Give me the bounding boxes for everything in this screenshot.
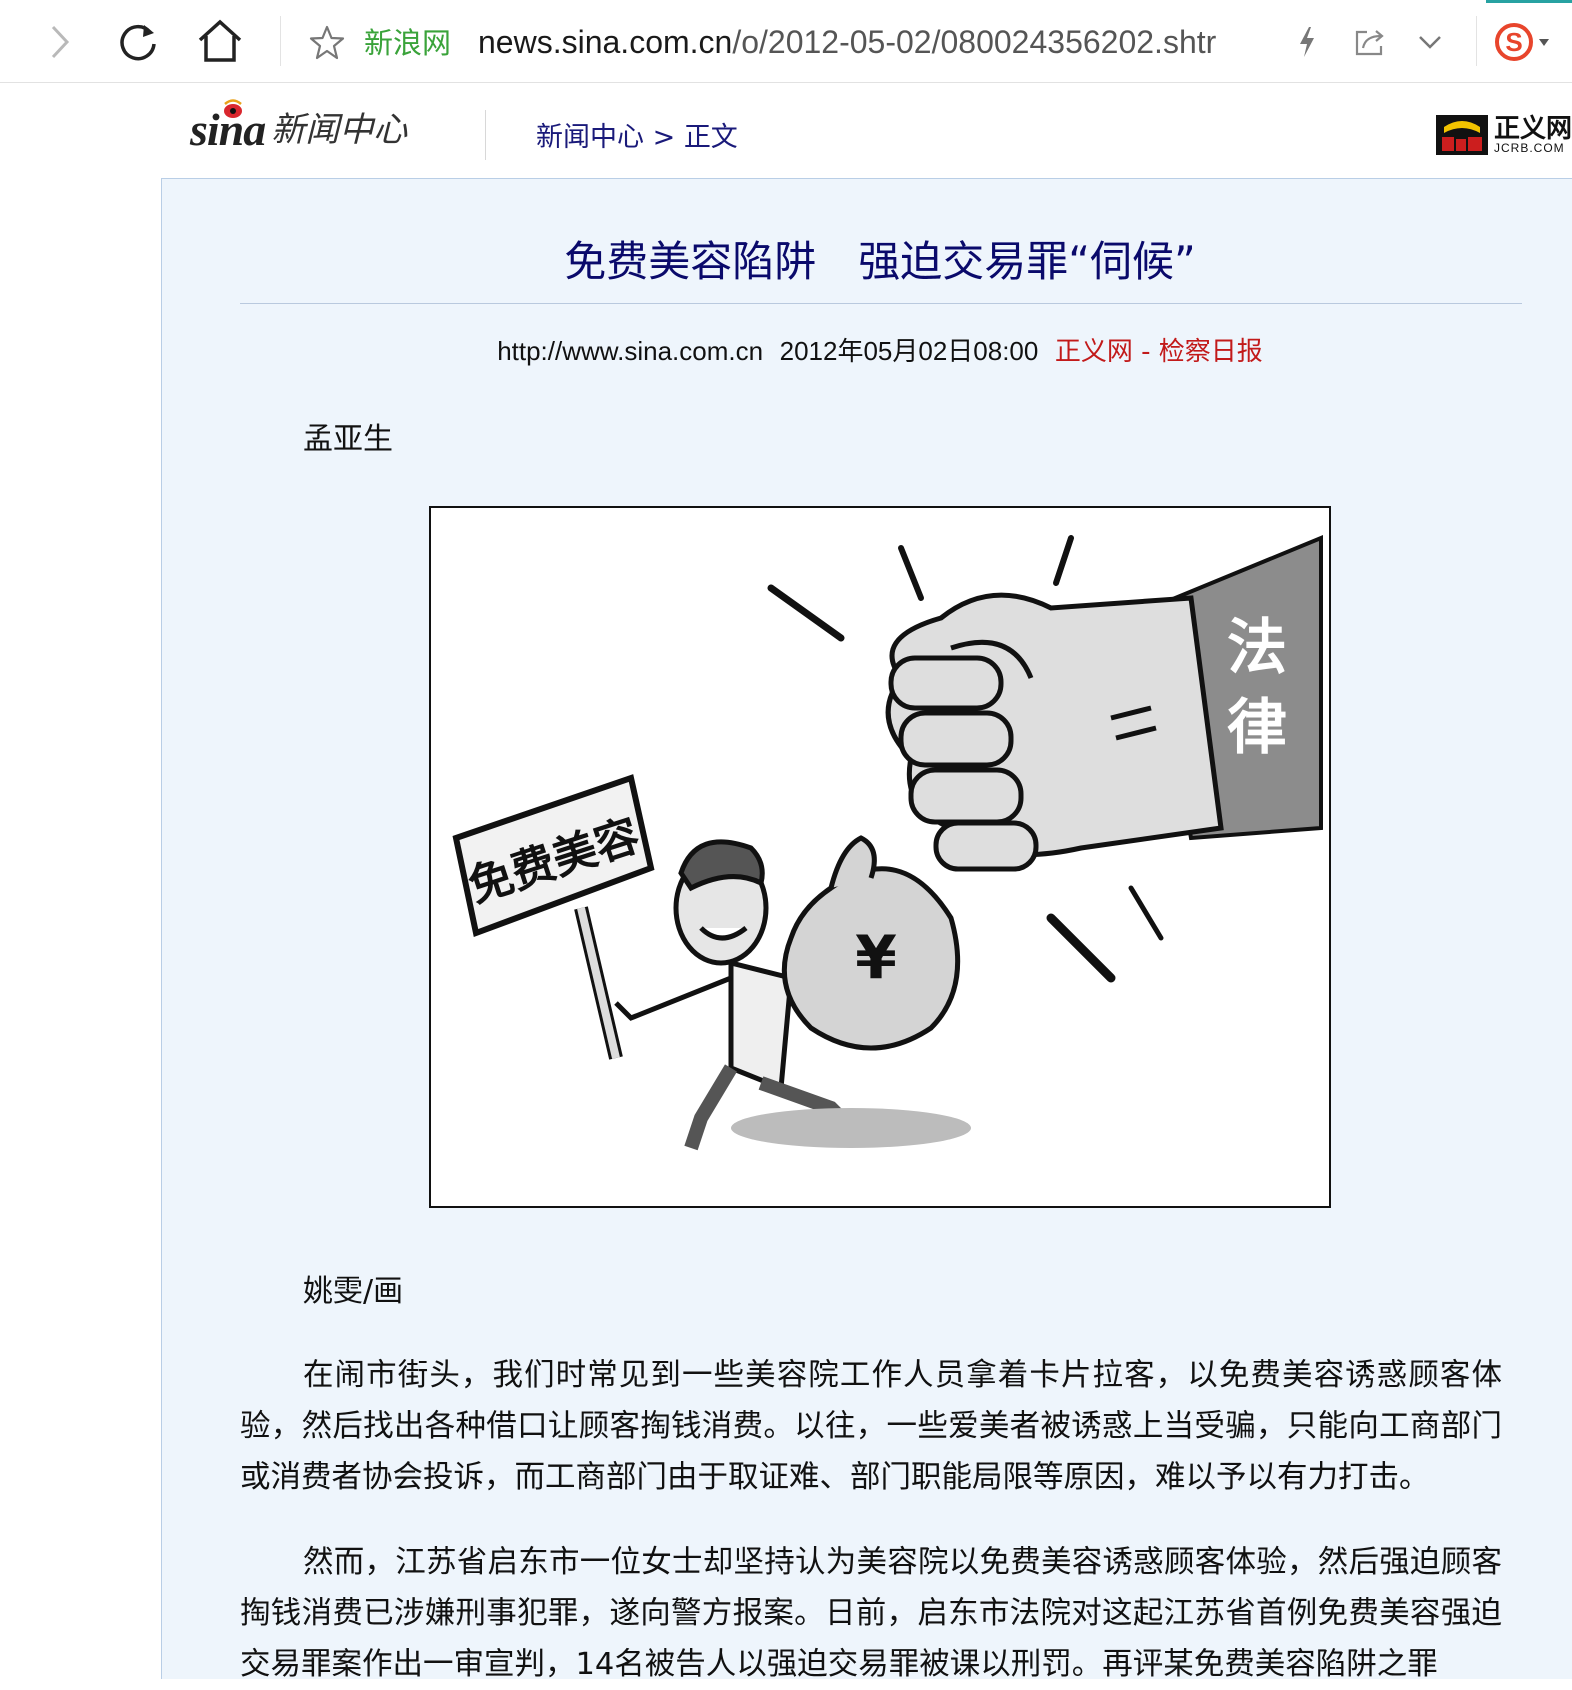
fast-mode-button[interactable] [1290, 22, 1324, 62]
url-path: /o/2012-05-02/080024356202.shtr [732, 24, 1217, 60]
url-host: news.sina.com.cn [478, 24, 733, 60]
jcrb-logo[interactable]: 正义网 JCRB.COM [1436, 112, 1572, 158]
meta-date: 2012年05月02日08:00 [779, 336, 1039, 366]
toolbar-divider [280, 16, 281, 66]
title-divider [240, 303, 1522, 304]
cartoon-illustration: 法 律 免费美容 ¥ [452, 535, 1323, 1151]
sogou-menu-button[interactable]: S [1492, 18, 1556, 66]
jcrb-logo-text: 正义网 JCRB.COM [1494, 116, 1572, 154]
share-icon [1355, 30, 1384, 56]
article-paragraph: 在闹市街头，我们时常见到一些美容院工作人员拿着卡片拉客，以免费美容诱惑顾客体验，… [240, 1358, 1502, 1495]
article-paragraph: 然而，江苏省启东市一位女士却坚持认为美容院以免费美容诱惑顾客体验，然后强迫顾客掏… [240, 1545, 1502, 1682]
browser-toolbar: 新浪网 news.sina.com.cn/o/2012-05-02/080024… [0, 0, 1572, 83]
forward-button[interactable] [40, 20, 80, 64]
site-name-label: 新浪网 [364, 26, 452, 60]
free-beauty-sign: 免费美容 [452, 774, 655, 1060]
breadcrumb-separator: > [652, 122, 676, 153]
share-button[interactable] [1350, 22, 1390, 62]
star-icon [309, 25, 345, 60]
breadcrumb: 新闻中心 > 正文 [536, 120, 738, 156]
image-caption: 姚雯/画 [303, 1274, 404, 1309]
address-bar[interactable]: news.sina.com.cn/o/2012-05-02/0800243562… [478, 22, 1248, 62]
lightning-icon [1300, 27, 1314, 57]
sogou-icon: S [1495, 23, 1549, 61]
article-author: 孟亚生 [303, 422, 393, 457]
reload-icon [120, 24, 156, 61]
article-title: 免费美容陷阱 强迫交易罪“伺候” [564, 237, 1196, 286]
home-icon [198, 19, 242, 62]
sleeve-text-2: 律 [1227, 693, 1287, 763]
meta-url[interactable]: http://www.sina.com.cn [497, 336, 763, 366]
fist [885, 592, 1224, 872]
jcrb-logo-cn: 正义网 [1494, 114, 1572, 144]
header-divider [485, 110, 486, 160]
toolbar-divider-2 [1476, 16, 1477, 66]
sina-logo-subtitle: 新闻中心 [271, 110, 408, 150]
chevron-down-icon [1419, 36, 1441, 49]
url-dropdown-button[interactable] [1410, 24, 1450, 60]
bag-symbol: ¥ [855, 923, 897, 993]
article-cartoon-image: 法 律 免费美容 ¥ [429, 506, 1331, 1208]
breadcrumb-current: 正文 [683, 122, 738, 153]
reload-button[interactable] [112, 18, 164, 66]
sleeve-text-1: 法 [1227, 613, 1287, 683]
svg-text:S: S [1505, 27, 1522, 57]
breadcrumb-home-link[interactable]: 新闻中心 [536, 122, 644, 153]
bookmark-button[interactable] [306, 22, 348, 64]
chevron-right-icon [51, 25, 70, 59]
home-button[interactable] [192, 16, 248, 66]
jcrb-emblem-icon [1436, 115, 1488, 155]
sina-news-logo[interactable]: sina 新闻中心 [190, 98, 407, 162]
article-meta: http://www.sina.com.cn 2012年05月02日08:00 … [240, 333, 1520, 370]
money-bag: ¥ [781, 835, 961, 1051]
meta-source-link[interactable]: 正义网 - 检察日报 [1055, 337, 1263, 367]
active-accent-line [1486, 0, 1572, 3]
sina-eye-icon [224, 99, 242, 118]
jcrb-logo-en: JCRB.COM [1494, 141, 1565, 155]
